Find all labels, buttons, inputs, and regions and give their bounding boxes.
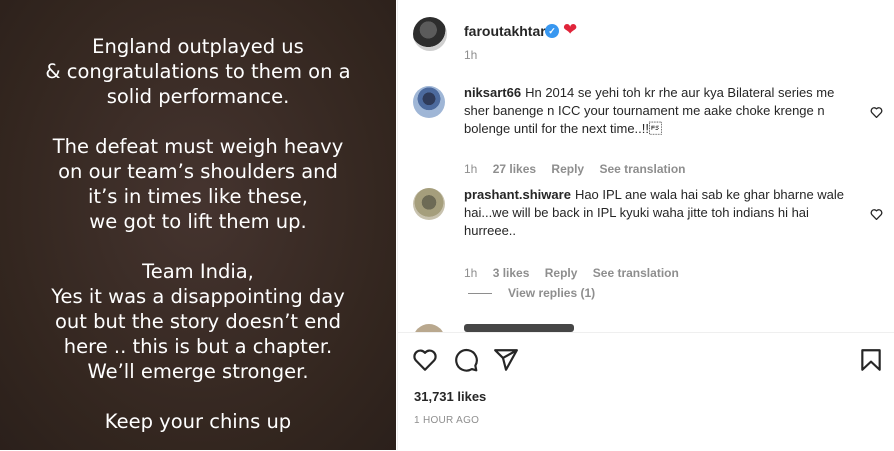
- replies-divider: [468, 293, 492, 295]
- view-replies-label: View replies (1): [508, 286, 596, 300]
- post-line: Team India,: [142, 260, 254, 283]
- comment-body: prashant.shiware Hao IPL ane wala hai sab…: [464, 186, 856, 240]
- comment-likes[interactable]: 27 likes: [493, 162, 536, 176]
- commenter-avatar[interactable]: [413, 188, 445, 220]
- post-line: we got to lift them up.: [89, 210, 307, 233]
- post-line: on our team’s shoulders and: [58, 160, 338, 183]
- comment-like-heart-icon[interactable]: [870, 106, 883, 118]
- post-line: Yes it was a disappointing day: [51, 285, 345, 308]
- post-line: here .. this is but a chapter.: [63, 335, 333, 358]
- like-heart-icon[interactable]: [412, 347, 438, 373]
- post-line: it’s in times like these,: [88, 185, 308, 208]
- comment-bubble-icon[interactable]: [453, 347, 479, 373]
- comment-like-heart-icon[interactable]: [870, 208, 883, 220]
- post-line: out but the story doesn’t end: [54, 310, 341, 333]
- post-line: Keep your chins up: [104, 410, 292, 433]
- owner-avatar[interactable]: [413, 17, 447, 51]
- post-likes-count[interactable]: 31,731 likes: [414, 389, 486, 404]
- post-timestamp: 1 HOUR AGO: [414, 415, 480, 426]
- post-line: & congratulations to them on a: [45, 60, 351, 83]
- post-paragraph-3: Team India, Yes it was a disappointing d…: [0, 259, 396, 384]
- comment-likes[interactable]: 3 likes: [493, 266, 530, 280]
- post-header: faroutakhtar ✓ ❤ 1h: [398, 0, 894, 70]
- owner-post-time: 1h: [464, 48, 478, 62]
- see-translation-button[interactable]: See translation: [593, 266, 679, 280]
- action-bar: 31,731 likes 1 HOUR AGO: [398, 332, 894, 451]
- commenter-username[interactable]: niksart66: [464, 85, 521, 100]
- post-paragraph-2: The defeat must weigh heavy on our team’…: [0, 134, 396, 234]
- verified-badge-icon: ✓: [545, 24, 559, 38]
- comment-meta: 1h 27 likes Reply See translation: [464, 162, 697, 176]
- commenter-username[interactable]: prashant.shiware: [464, 187, 571, 202]
- post-paragraph-4: Keep your chins up: [0, 409, 396, 434]
- post-line: We’ll emerge stronger.: [87, 360, 309, 383]
- owner-username[interactable]: faroutakhtar: [464, 23, 546, 39]
- save-bookmark-icon[interactable]: [858, 347, 884, 373]
- commenter-username-partial: [464, 324, 574, 332]
- comment-time: 1h: [464, 162, 478, 176]
- post-line: The defeat must weigh heavy: [52, 135, 344, 158]
- comment-time: 1h: [464, 266, 478, 280]
- share-paper-plane-icon[interactable]: [493, 347, 519, 373]
- comment-meta: 1h 3 likes Reply See translation: [464, 266, 691, 280]
- see-translation-button[interactable]: See translation: [599, 162, 685, 176]
- reply-button[interactable]: Reply: [545, 266, 578, 280]
- comments-panel: faroutakhtar ✓ ❤ 1h niksart66 Hn 2014 se …: [397, 0, 894, 450]
- comment-list: niksart66 Hn 2014 se yehi toh kr rhe aur …: [398, 70, 894, 332]
- post-line: England outplayed us: [92, 35, 304, 58]
- comment-body: niksart66 Hn 2014 se yehi toh kr rhe aur …: [464, 84, 856, 138]
- post-paragraph-1: England outplayed us & congratulations t…: [0, 34, 396, 109]
- commenter-avatar[interactable]: [413, 324, 445, 332]
- post-line: solid performance.: [106, 85, 290, 108]
- commenter-avatar[interactable]: [413, 86, 445, 118]
- red-heart-emoji: ❤: [563, 20, 578, 39]
- post-image[interactable]: England outplayed us & congratulations t…: [0, 0, 396, 450]
- view-replies-button[interactable]: View replies (1): [468, 286, 595, 300]
- post-text: England outplayed us & congratulations t…: [0, 34, 396, 450]
- reply-button[interactable]: Reply: [551, 162, 584, 176]
